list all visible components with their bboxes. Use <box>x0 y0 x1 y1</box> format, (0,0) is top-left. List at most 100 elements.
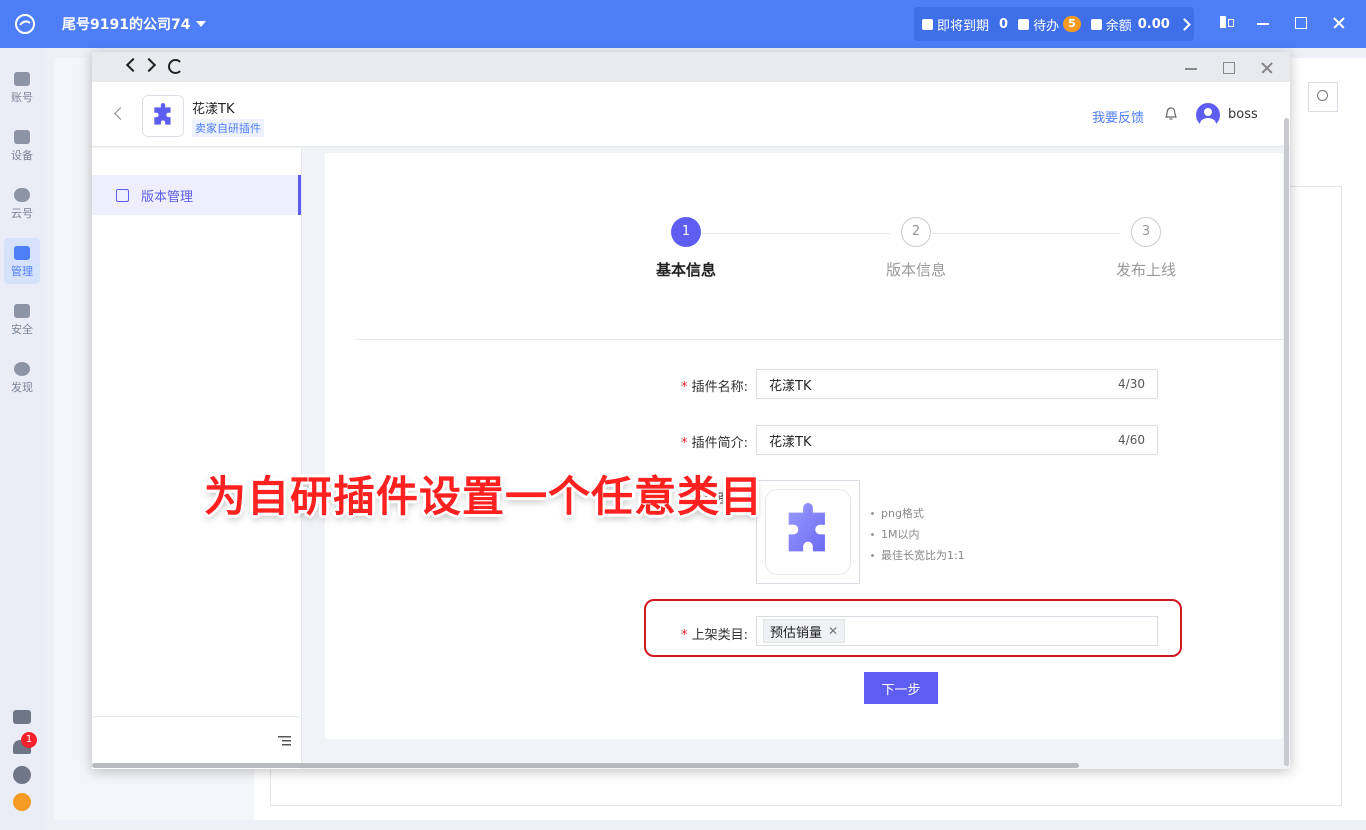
manage-icon <box>14 246 30 260</box>
plugin-name-input[interactable]: 花漾TK 4/30 <box>756 369 1158 399</box>
balance-label: 余额 <box>1105 18 1132 34</box>
plugin-header: 花漾TK 卖家自研插件 我要反馈 boss <box>92 82 1290 147</box>
tutorial-caption: 为自研插件设置一个任意类目 <box>204 472 764 521</box>
balance-value: 0.00 <box>1137 16 1170 32</box>
step-number: 2 <box>901 217 931 247</box>
step-label: 基本信息 <box>655 261 716 279</box>
sidebar-item-device[interactable]: 设备 <box>4 122 40 168</box>
sidebar-label: 发现 <box>11 381 33 394</box>
plugin-name: 花漾TK <box>192 102 235 117</box>
wallet-icon <box>1090 18 1102 30</box>
maximize-button[interactable] <box>1220 59 1236 75</box>
checkbox-icon <box>1018 18 1030 30</box>
step-label: 版本信息 <box>885 261 946 279</box>
company-switcher[interactable]: 尾号9191的公司74 <box>62 14 207 34</box>
plugin-logo <box>142 95 184 137</box>
menu-item-version-management[interactable]: 版本管理 <box>92 175 301 215</box>
notification-badge: 1 <box>21 732 37 748</box>
todo-label: 待办 <box>1033 18 1060 34</box>
sidebar-label: 安全 <box>11 323 33 336</box>
sidebar-item-discover[interactable]: 发现 <box>4 354 40 400</box>
minimize-button[interactable] <box>1254 14 1272 32</box>
app-logo-icon <box>15 14 35 34</box>
sidebar-label: 云号 <box>11 207 33 220</box>
todo-count-badge: 5 <box>1063 16 1081 32</box>
required-mark: * <box>681 380 688 395</box>
app-sidebar: 账号 设备 云号 管理 安全 发现 <box>0 48 44 830</box>
reload-icon[interactable] <box>168 59 183 74</box>
plugin-window: 花漾TK 卖家自研插件 我要反馈 boss 版本管理 1 基本信息 2 版本信息 <box>92 52 1290 769</box>
plugin-tag: 卖家自研插件 <box>192 119 264 137</box>
char-counter: 4/30 <box>1118 377 1145 391</box>
sidebar-item-manage[interactable]: 管理 <box>4 238 40 284</box>
status-summary: 即将到期 0 待办 5 余额 0.00 <box>914 7 1194 41</box>
sidebar-item-security[interactable]: 安全 <box>4 296 40 342</box>
minimize-button[interactable] <box>1182 59 1198 75</box>
expiring-label: 即将到期 <box>937 18 990 34</box>
sidebar-label: 管理 <box>11 265 33 278</box>
hint-item: png格式 <box>871 503 965 524</box>
step-publish: 3 发布上线 <box>1086 217 1206 280</box>
plugin-window-controls <box>1182 59 1274 75</box>
hint-item: 1M以内 <box>871 524 965 545</box>
cloud-icon <box>14 188 30 202</box>
forward-arrow-icon[interactable] <box>141 57 157 73</box>
expiring-status[interactable]: 即将到期 0 <box>922 15 1008 34</box>
account-icon <box>14 72 30 86</box>
discover-icon <box>14 362 30 376</box>
section-divider <box>355 339 1283 340</box>
window-controls <box>1220 14 1348 32</box>
close-button[interactable] <box>1330 14 1348 32</box>
plugin-intro-input[interactable]: 花漾TK 4/60 <box>756 425 1158 455</box>
gear-icon[interactable] <box>13 766 31 784</box>
menu-footer <box>92 716 301 770</box>
maximize-button[interactable] <box>1292 14 1310 32</box>
chevron-left-icon[interactable] <box>114 107 127 120</box>
puzzle-icon <box>154 103 171 125</box>
menu-item-label: 版本管理 <box>141 189 194 205</box>
hint-item: 最佳长宽比为1:1 <box>871 545 965 566</box>
feedback-link[interactable]: 我要反馈 <box>1092 107 1144 126</box>
icon-hints: png格式 1M以内 最佳长宽比为1:1 <box>871 503 965 566</box>
chevron-right-icon <box>1177 17 1191 31</box>
horizontal-scrollbar[interactable] <box>92 763 1079 768</box>
next-step-button[interactable]: 下一步 <box>864 672 938 704</box>
step-label: 发布上线 <box>1115 261 1176 279</box>
checkbox-icon <box>116 188 129 202</box>
background-search-button[interactable] <box>1308 82 1338 112</box>
back-arrow-icon[interactable] <box>125 57 141 73</box>
top-bar: 尾号9191的公司74 即将到期 0 待办 5 余额 0.00 <box>0 0 1366 48</box>
vertical-scrollbar[interactable] <box>1284 118 1289 766</box>
char-counter: 4/60 <box>1118 433 1145 447</box>
tile-window-icon[interactable] <box>1220 16 1234 30</box>
bell-icon[interactable] <box>1165 107 1177 121</box>
sidebar-label: 账号 <box>11 91 33 104</box>
label-text: 插件简介: <box>691 436 748 451</box>
sidebar-item-cloud[interactable]: 云号 <box>4 180 40 226</box>
required-mark: * <box>681 436 688 451</box>
plugin-intro-label: * 插件简介: <box>638 432 748 451</box>
todo-status[interactable]: 待办 5 <box>1018 15 1081 34</box>
security-icon <box>14 304 30 318</box>
step-basic-info: 1 基本信息 <box>626 217 746 280</box>
balance-status[interactable]: 余额 0.00 <box>1090 15 1191 34</box>
collapse-menu-icon[interactable] <box>278 736 291 747</box>
clock-icon <box>922 18 933 30</box>
support-icon[interactable] <box>13 793 31 811</box>
caret-down-icon <box>196 21 207 27</box>
plugin-icon-upload[interactable] <box>756 480 860 584</box>
sidebar-label: 设备 <box>11 149 33 162</box>
sidebar-item-account[interactable]: 账号 <box>4 64 40 110</box>
plugin-name-label: * 插件名称: <box>638 376 748 395</box>
avatar[interactable] <box>1196 103 1220 127</box>
plugin-side-menu: 版本管理 <box>92 148 302 769</box>
step-version-info: 2 版本信息 <box>856 217 976 280</box>
device-icon <box>14 130 30 144</box>
expiring-count: 0 <box>999 16 1009 32</box>
username[interactable]: boss <box>1228 107 1258 122</box>
icon-preview <box>765 489 851 575</box>
label-text: 插件名称: <box>691 380 748 395</box>
close-button[interactable] <box>1258 59 1274 75</box>
signpost-icon[interactable] <box>13 710 31 724</box>
puzzle-icon <box>788 503 825 552</box>
